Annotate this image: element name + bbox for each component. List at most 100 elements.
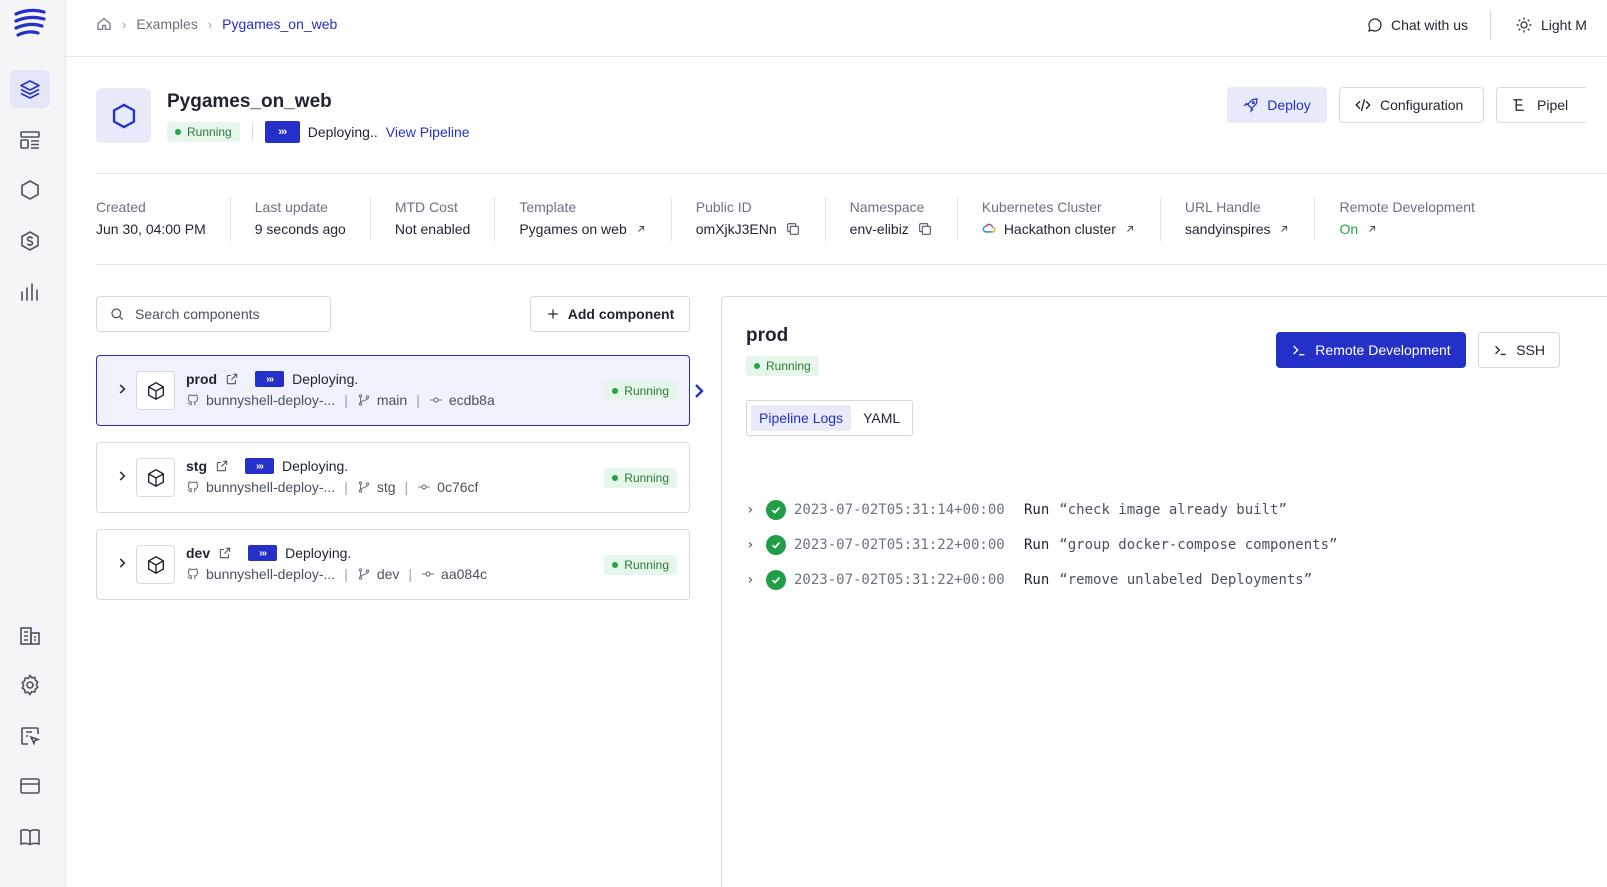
component-repo: bunnyshell-deploy-... xyxy=(206,479,336,495)
log-row[interactable]: › 2023-07-02T05:31:14+00:00 Run “check i… xyxy=(746,492,1337,527)
sidebar-item-costs[interactable] xyxy=(10,222,50,260)
component-row-stg[interactable]: stg ››› Deploying. bunnyshell-deploy-...… xyxy=(96,442,690,513)
theme-label: Light M xyxy=(1541,17,1587,33)
info-namespace: Namespace env-elibiz xyxy=(824,197,957,241)
remote-development-button[interactable]: Remote Development xyxy=(1276,332,1466,368)
url-handle-link[interactable]: sandyinspires xyxy=(1185,217,1291,241)
terminal-icon xyxy=(1495,345,1506,356)
sun-icon xyxy=(1516,17,1532,33)
sidebar-item-analytics[interactable] xyxy=(10,273,50,311)
remote-dev-link[interactable]: On xyxy=(1339,217,1474,241)
log-row[interactable]: › 2023-07-02T05:31:22+00:00 Run “group d… xyxy=(746,527,1337,562)
component-commit: aa084c xyxy=(441,566,487,582)
info-label: Remote Development xyxy=(1339,199,1475,215)
cluster-link[interactable]: Hackathon cluster xyxy=(982,217,1136,241)
layers-icon xyxy=(20,80,40,99)
deploy-button[interactable]: Deploy xyxy=(1227,87,1327,123)
git-branch-icon xyxy=(358,568,370,580)
sidebar-item-templates[interactable] xyxy=(10,121,50,159)
pipeline-button[interactable]: Pipel xyxy=(1496,87,1586,123)
status-badge: Running xyxy=(167,122,240,142)
search-icon xyxy=(111,308,124,321)
google-cloud-icon xyxy=(982,223,996,233)
ssh-button[interactable]: SSH xyxy=(1478,332,1560,368)
log-timestamp: 2023-07-02T05:31:14+00:00 xyxy=(794,501,1005,518)
environment-status-row: Running ››› Deploying.. View Pipeline xyxy=(167,121,470,143)
breadcrumb: › Examples › Pygames_on_web xyxy=(96,16,337,32)
status-label: Running xyxy=(624,384,669,398)
configuration-label: Configuration xyxy=(1380,97,1464,113)
status-label: Running xyxy=(187,125,232,139)
info-label: Kubernetes Cluster xyxy=(981,199,1102,215)
component-repo: bunnyshell-deploy-... xyxy=(206,392,336,408)
configuration-button[interactable]: Configuration xyxy=(1339,87,1484,123)
info-label: Template xyxy=(519,199,577,215)
info-value-text: Pygames on web xyxy=(519,221,627,237)
theme-toggle[interactable]: Light M xyxy=(1491,16,1607,34)
sidebar-item-integrations[interactable] xyxy=(10,717,50,755)
component-name[interactable]: stg xyxy=(186,458,207,474)
info-label: Namespace xyxy=(849,199,925,215)
check-circle-icon xyxy=(766,534,786,555)
component-status-text: Deploying. xyxy=(282,458,349,474)
status-dot xyxy=(612,388,619,394)
component-row-dev[interactable]: dev ››› Deploying. bunnyshell-deploy-...… xyxy=(96,529,690,600)
info-template: Template Pygames on web xyxy=(494,197,670,241)
pipeline-label: Pipel xyxy=(1537,97,1569,113)
chevron-right-icon[interactable]: › xyxy=(746,537,766,553)
brand-logo-icon[interactable] xyxy=(12,8,52,44)
external-link-icon[interactable] xyxy=(215,459,229,473)
chevron-right-icon[interactable] xyxy=(115,469,129,483)
status-dot xyxy=(612,475,619,481)
chevron-right-icon[interactable]: › xyxy=(746,502,766,518)
external-link-icon[interactable] xyxy=(218,546,232,560)
pipeline-logs: › 2023-07-02T05:31:14+00:00 Run “check i… xyxy=(746,492,1337,597)
cursor-window-icon xyxy=(21,727,41,746)
chevron-right-icon[interactable] xyxy=(115,556,129,570)
add-component-button[interactable]: Add component xyxy=(530,296,690,332)
log-row[interactable]: › 2023-07-02T05:31:22+00:00 Run “remove … xyxy=(746,562,1337,597)
sidebar-item-environments[interactable] xyxy=(10,70,50,108)
view-pipeline-link[interactable]: View Pipeline xyxy=(386,124,470,140)
cube-icon xyxy=(136,545,175,584)
detail-actions: Remote Development SSH xyxy=(1276,332,1560,368)
chevron-right-icon[interactable]: › xyxy=(746,572,766,588)
chat-label: Chat with us xyxy=(1390,17,1468,33)
home-icon[interactable] xyxy=(96,16,112,32)
copy-icon[interactable] xyxy=(917,221,933,237)
sidebar-item-settings[interactable] xyxy=(10,666,50,704)
component-commit: 0c76cf xyxy=(437,479,479,495)
breadcrumb-current[interactable]: Pygames_on_web xyxy=(222,16,337,32)
separator: | xyxy=(408,566,413,582)
breadcrumb-examples[interactable]: Examples xyxy=(136,16,197,32)
info-public-id: Public ID omXjkJ3ENn xyxy=(670,197,825,241)
sidebar-item-docs[interactable] xyxy=(10,818,50,856)
component-row-prod[interactable]: prod ››› Deploying. bunnyshell-deploy-..… xyxy=(96,355,690,426)
tab-pipeline-logs[interactable]: Pipeline Logs xyxy=(751,405,852,431)
component-name[interactable]: dev xyxy=(186,545,210,561)
chevron-right-icon[interactable] xyxy=(115,382,129,396)
external-link-icon[interactable] xyxy=(225,372,239,386)
sidebar-item-components[interactable] xyxy=(10,171,50,209)
component-name[interactable]: prod xyxy=(186,371,217,387)
bar-chart-icon xyxy=(21,283,38,301)
check-circle-icon xyxy=(766,569,786,590)
tab-yaml[interactable]: YAML xyxy=(855,405,908,431)
copy-icon[interactable] xyxy=(785,221,801,237)
component-detail-panel: prod Running Remote Development SSH Pipe… xyxy=(721,296,1607,887)
log-verb: Run xyxy=(1024,571,1050,588)
info-url-handle: URL Handle sandyinspires xyxy=(1159,197,1315,241)
search-input[interactable]: Search components xyxy=(96,296,331,332)
chat-with-us-button[interactable]: Chat with us xyxy=(1367,17,1490,33)
sidebar-item-organization[interactable] xyxy=(10,616,50,654)
rocket-icon xyxy=(1243,98,1258,113)
sidebar xyxy=(0,0,66,887)
template-link[interactable]: Pygames on web xyxy=(519,217,646,241)
external-arrow-icon xyxy=(1369,226,1376,232)
sidebar-item-billing[interactable] xyxy=(10,767,50,805)
separator: | xyxy=(344,392,348,408)
pipeline-chevrons-icon: ››› xyxy=(255,371,285,387)
chat-bubble-icon xyxy=(1368,18,1382,32)
github-icon xyxy=(187,394,199,406)
info-value: 9 seconds ago xyxy=(255,217,346,241)
